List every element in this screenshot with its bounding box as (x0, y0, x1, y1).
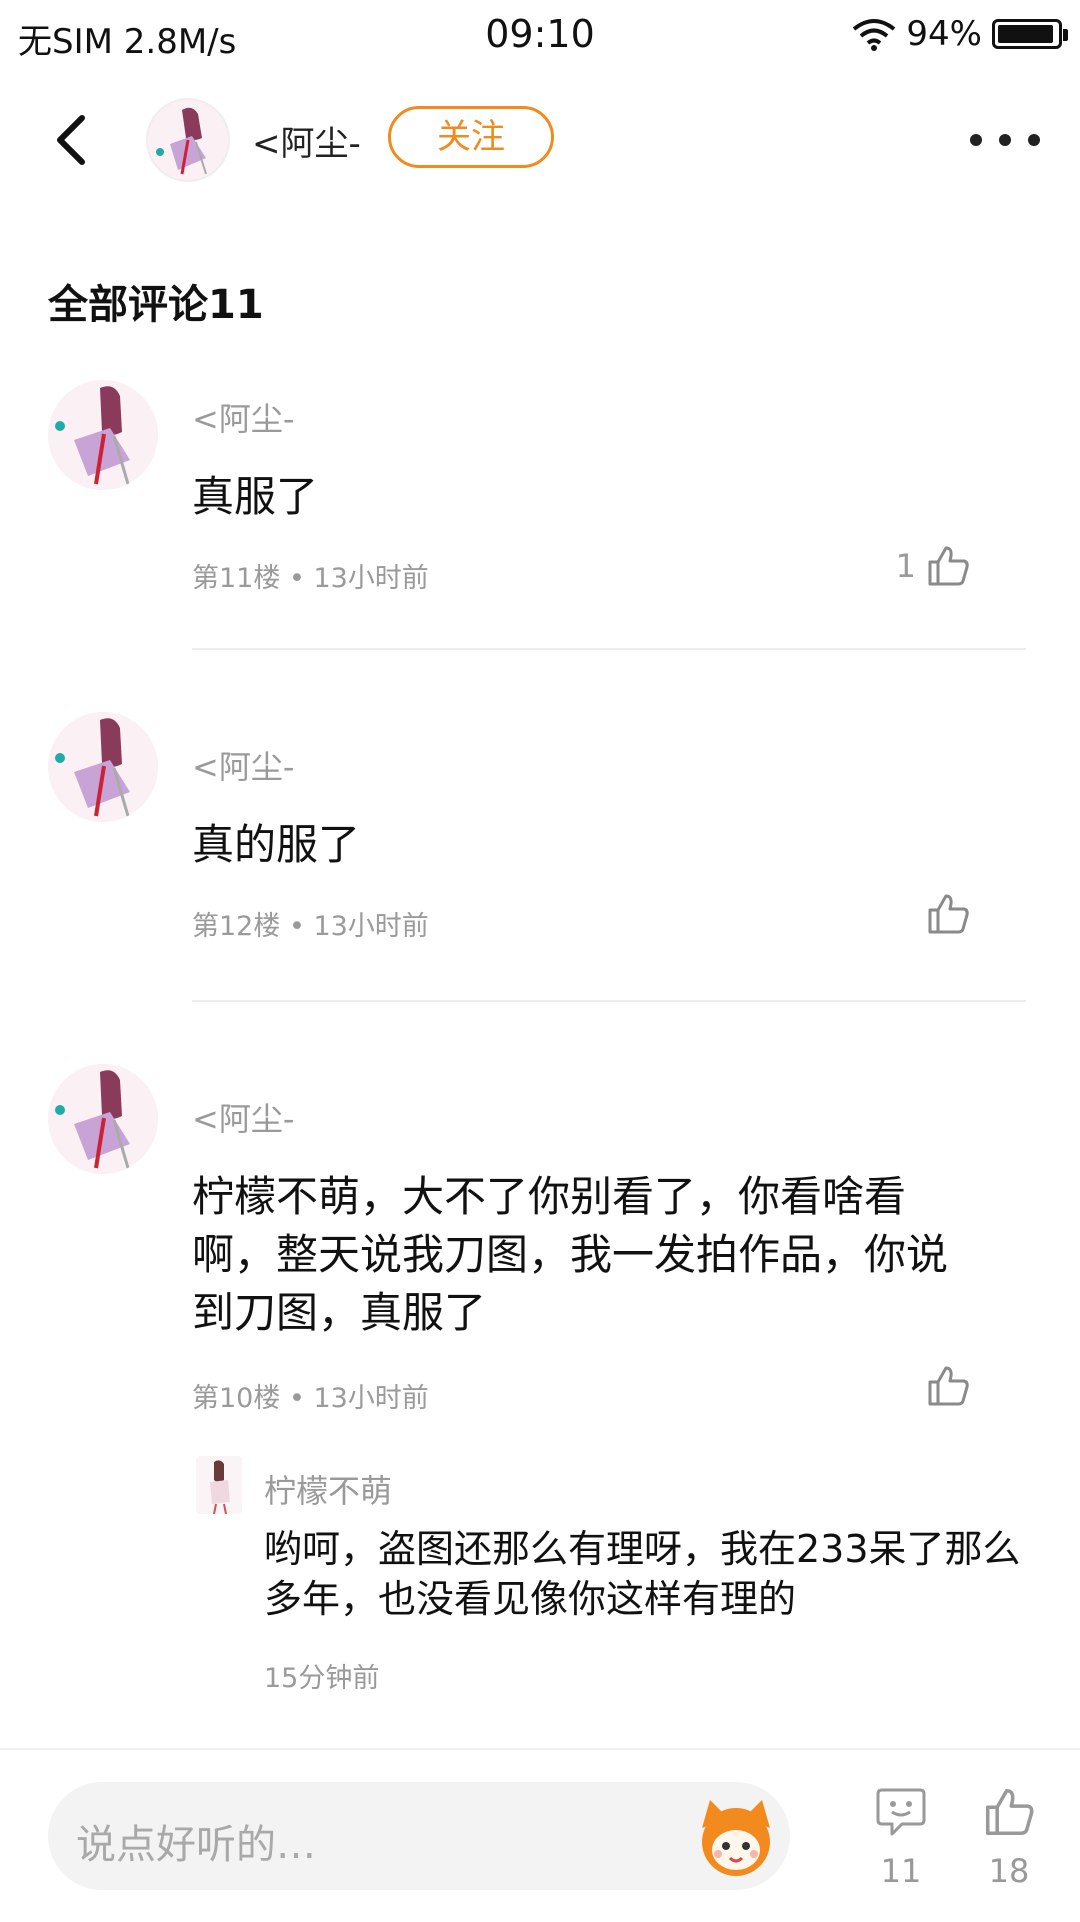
comment-meta: 第12楼 • 13小时前 (192, 911, 429, 942)
comment-text: 真服了 (192, 472, 319, 521)
battery-fill (998, 25, 1053, 43)
comments-button[interactable]: 11 (866, 1786, 936, 1890)
more-options-icon[interactable] (970, 120, 1040, 160)
wifi-icon (853, 19, 896, 51)
commenter-avatar[interactable] (48, 1064, 158, 1174)
commenter-avatar[interactable] (48, 712, 158, 822)
comment-text: 柠檬不萌，大不了你别看了，你看啥看啊，整天说我刀图，我一发拍作品，你说到刀图，真… (192, 1172, 949, 1337)
follow-button[interactable]: 关注 (388, 106, 554, 168)
battery-icon (992, 19, 1068, 49)
reply-text: 哟呵，盗图还那么有理呀，我在233呆了那么多年，也没看见像你这样有理的 (264, 1527, 1021, 1621)
comment-count: 11 (880, 1852, 922, 1890)
comment-meta: 第10楼 • 13小时前 (192, 1383, 429, 1414)
mascot-emoji-icon[interactable] (692, 1794, 780, 1878)
author-avatar[interactable] (146, 98, 230, 182)
thumbs-up-icon (928, 1366, 969, 1406)
like-button[interactable] (916, 892, 970, 936)
commenter-name[interactable]: <阿尘- (192, 742, 294, 788)
commenter-name[interactable]: <阿尘- (192, 1094, 294, 1140)
comment-text: 真的服了 (192, 820, 361, 869)
thumbs-up-icon (985, 1788, 1034, 1836)
like-count: 1 (895, 547, 916, 585)
comment-bubble-icon (876, 1788, 926, 1836)
battery-percent: 94% (906, 14, 982, 54)
input-placeholder: 说点好听的… (76, 1822, 316, 1868)
status-right: 94% (852, 14, 1068, 54)
like-post-button[interactable]: 18 (974, 1786, 1044, 1890)
reply-meta: 15分钟前 (264, 1663, 380, 1694)
status-bar: 无SIM 2.8M/s 09:10 94% (0, 0, 1080, 76)
header: <阿尘- 关注 (0, 80, 1080, 200)
like-button[interactable] (916, 1364, 970, 1408)
author-name[interactable]: <阿尘- (252, 116, 361, 165)
divider (192, 1000, 1026, 1002)
bottom-bar: 说点好听的… 11 18 (0, 1748, 1080, 1922)
commenter-avatar[interactable] (48, 380, 158, 490)
reply-name[interactable]: 柠檬不萌 (264, 1466, 392, 1512)
comment-input[interactable]: 说点好听的… (48, 1782, 790, 1890)
like-count: 18 (988, 1852, 1030, 1890)
comment-meta: 第11楼 • 13小时前 (192, 563, 429, 594)
reply-avatar[interactable] (196, 1456, 242, 1514)
thumbs-up-icon (928, 546, 969, 586)
back-icon[interactable] (44, 110, 104, 170)
like-button[interactable]: 1 (896, 544, 970, 588)
thumbs-up-icon (928, 894, 969, 934)
divider (192, 648, 1026, 650)
commenter-name[interactable]: <阿尘- (192, 394, 294, 440)
comments-title: 全部评论11 (48, 282, 264, 328)
